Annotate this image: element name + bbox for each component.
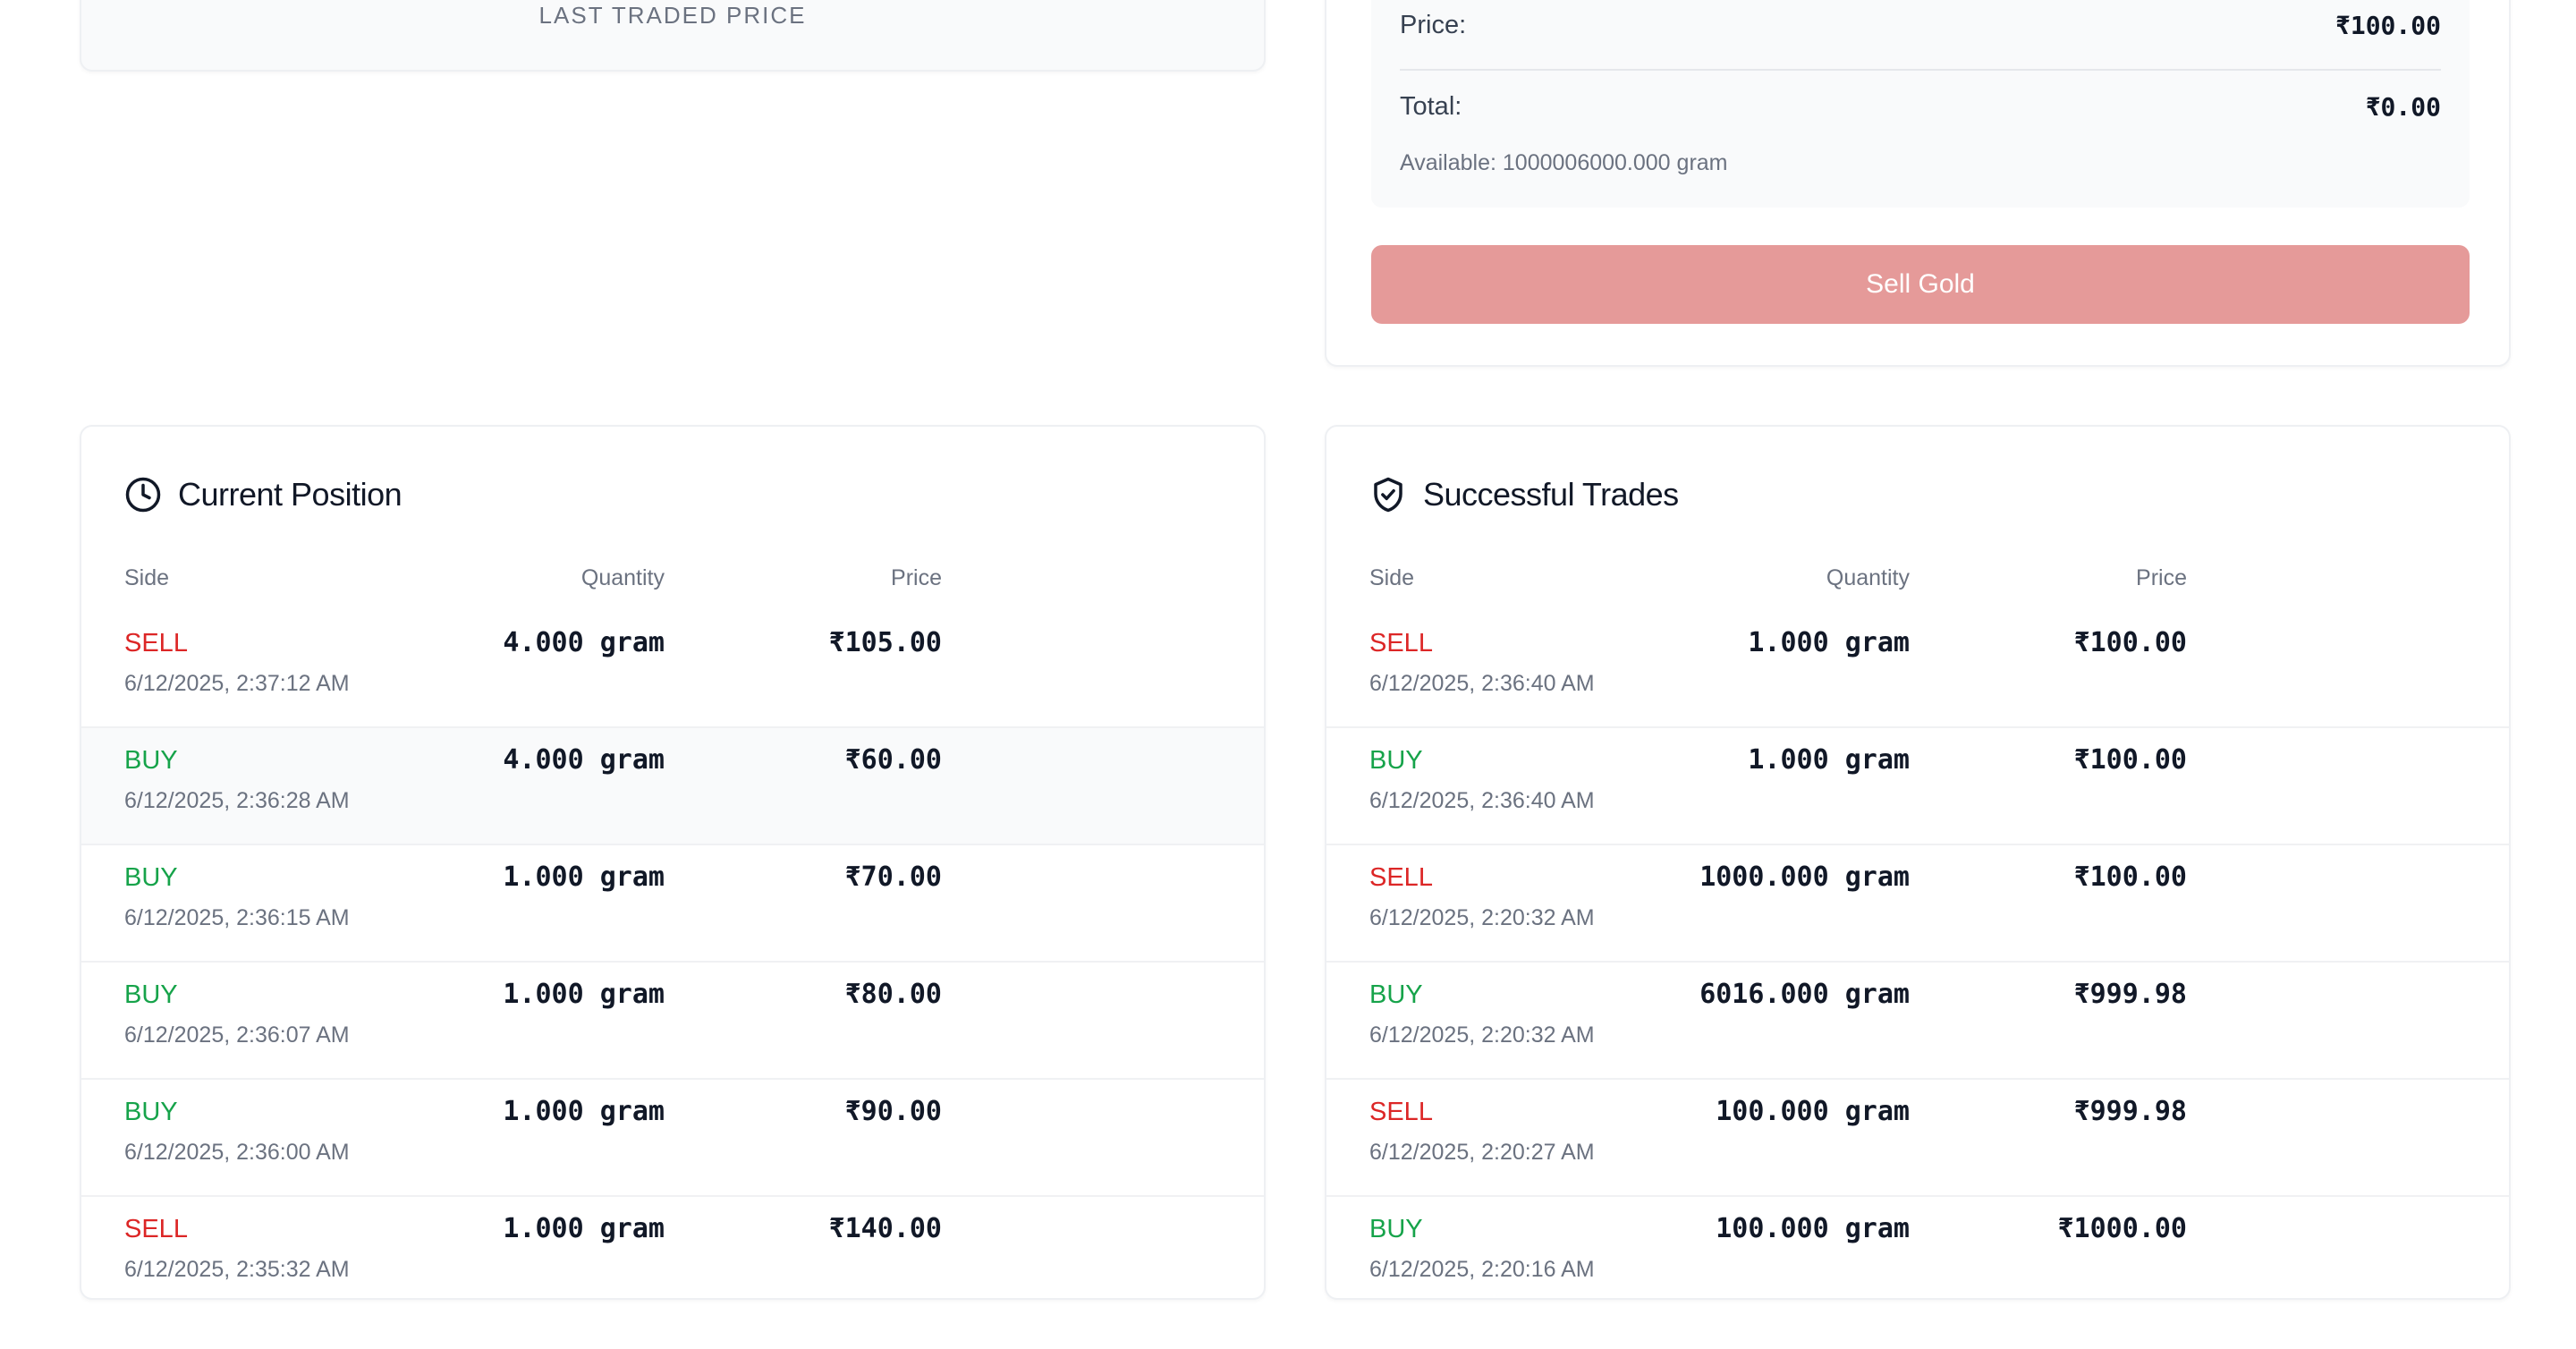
- table-row: SELL 6/12/2025, 2:20:32 AM 1000.000 gram ₹1…: [1326, 845, 2509, 963]
- table-row: SELL 6/12/2025, 2:36:40 AM 1.000 gram ₹100.…: [1326, 611, 2509, 728]
- trade-price: ₹100.00: [2073, 627, 2187, 658]
- sell-order-summary: Price: ₹100.00 Total: ₹0.00 Available: 1…: [1371, 0, 2470, 208]
- trade-price: ₹999.98: [2073, 979, 2187, 1010]
- trade-side: SELL: [1369, 629, 1433, 658]
- table-row: SELL 6/12/2025, 2:20:27 AM 100.000 gram ₹99…: [1326, 1080, 2509, 1197]
- trade-timestamp: 6/12/2025, 2:37:12 AM: [124, 671, 350, 696]
- trade-price: ₹60.00: [844, 744, 942, 776]
- summary-total-label: Total:: [1400, 92, 1462, 121]
- table-row: BUY 6/12/2025, 2:36:40 AM 1.000 gram ₹100.0…: [1326, 728, 2509, 845]
- trade-side: SELL: [1369, 1098, 1433, 1126]
- trade-price: ₹100.00: [2073, 744, 2187, 776]
- trade-price: ₹105.00: [828, 627, 942, 658]
- summary-price-label: Price:: [1400, 11, 1467, 39]
- trade-side: BUY: [1369, 980, 1423, 1009]
- current-position-card: Current Position Side Quantity Price SEL…: [80, 425, 1266, 1300]
- trade-timestamp: 6/12/2025, 2:20:16 AM: [1369, 1257, 1595, 1282]
- clock-icon: [125, 477, 161, 513]
- trade-timestamp: 6/12/2025, 2:20:32 AM: [1369, 905, 1595, 930]
- trade-quantity: 6016.000 gram: [1699, 979, 1910, 1010]
- trade-price: ₹140.00: [828, 1213, 942, 1244]
- trade-quantity: 1.000 gram: [503, 1096, 665, 1127]
- column-header-quantity: Quantity: [1826, 565, 1910, 590]
- trade-quantity: 1.000 gram: [503, 1213, 665, 1244]
- trade-timestamp: 6/12/2025, 2:36:00 AM: [124, 1140, 350, 1165]
- trade-timestamp: 6/12/2025, 2:36:28 AM: [124, 788, 350, 813]
- summary-total-row: Total: ₹0.00: [1400, 92, 2441, 122]
- summary-price-row: Price: ₹100.00: [1400, 11, 2441, 40]
- table-row: BUY 6/12/2025, 2:20:32 AM 6016.000 gram ₹99…: [1326, 963, 2509, 1080]
- column-header-price: Price: [2136, 565, 2187, 590]
- table-column-headers: Side Quantity Price: [81, 565, 1264, 601]
- trade-quantity: 4.000 gram: [503, 744, 665, 776]
- trade-price: ₹80.00: [844, 979, 942, 1010]
- table-row: BUY 6/12/2025, 2:20:16 AM 100.000 gram ₹100…: [1326, 1197, 2509, 1298]
- table-row: BUY 6/12/2025, 2:36:07 AM 1.000 gram ₹80.00: [81, 963, 1264, 1080]
- table-row: SELL 6/12/2025, 2:35:32 AM 1.000 gram ₹140.…: [81, 1197, 1264, 1298]
- current-position-header: Current Position: [124, 476, 402, 513]
- table-column-headers: Side Quantity Price: [1326, 565, 2509, 601]
- last-traded-price-card: LAST TRADED PRICE: [80, 0, 1266, 72]
- trade-side: BUY: [124, 863, 178, 892]
- trade-timestamp: 6/12/2025, 2:36:40 AM: [1369, 671, 1595, 696]
- trade-price: ₹1000.00: [2057, 1213, 2188, 1244]
- successful-trades-header: Successful Trades: [1369, 476, 1679, 513]
- current-position-rows: SELL 6/12/2025, 2:37:12 AM 4.000 gram ₹105.…: [81, 611, 1264, 1298]
- table-row: SELL 6/12/2025, 2:37:12 AM 4.000 gram ₹105.…: [81, 611, 1264, 728]
- successful-trades-rows: SELL 6/12/2025, 2:36:40 AM 1.000 gram ₹100.…: [1326, 611, 2509, 1298]
- trade-quantity: 1.000 gram: [1748, 744, 1910, 776]
- column-header-price: Price: [891, 565, 942, 590]
- trade-quantity: 4.000 gram: [503, 627, 665, 658]
- sell-gold-card: Price: ₹100.00 Total: ₹0.00 Available: 1…: [1325, 0, 2511, 367]
- trade-side: BUY: [1369, 1215, 1423, 1243]
- trade-price: ₹90.00: [844, 1096, 942, 1127]
- trade-quantity: 1.000 gram: [1748, 627, 1910, 658]
- table-row: BUY 6/12/2025, 2:36:00 AM 1.000 gram ₹90.00: [81, 1080, 1264, 1197]
- trade-timestamp: 6/12/2025, 2:20:32 AM: [1369, 1022, 1595, 1048]
- column-header-side: Side: [124, 565, 170, 590]
- trade-side: BUY: [124, 746, 178, 775]
- trade-side: SELL: [124, 1215, 188, 1243]
- sell-gold-button[interactable]: Sell Gold: [1371, 245, 2470, 324]
- trade-timestamp: 6/12/2025, 2:36:15 AM: [124, 905, 350, 930]
- trade-quantity: 100.000 gram: [1716, 1213, 1910, 1244]
- trade-price: ₹999.98: [2073, 1096, 2187, 1127]
- successful-trades-card: Successful Trades Side Quantity Price SE…: [1325, 425, 2511, 1300]
- trade-timestamp: 6/12/2025, 2:35:32 AM: [124, 1257, 350, 1282]
- available-balance: Available: 1000006000.000 gram: [1400, 150, 1728, 175]
- column-header-side: Side: [1369, 565, 1415, 590]
- table-row: BUY 6/12/2025, 2:36:28 AM 4.000 gram ₹60.00: [81, 728, 1264, 845]
- trade-timestamp: 6/12/2025, 2:36:07 AM: [124, 1022, 350, 1048]
- current-position-title: Current Position: [178, 476, 402, 513]
- successful-trades-title: Successful Trades: [1423, 476, 1679, 513]
- trade-side: BUY: [1369, 746, 1423, 775]
- trade-quantity: 100.000 gram: [1716, 1096, 1910, 1127]
- summary-price-value: ₹100.00: [2334, 11, 2441, 40]
- column-header-quantity: Quantity: [580, 565, 665, 590]
- summary-divider: [1400, 69, 2441, 71]
- trade-quantity: 1000.000 gram: [1699, 861, 1910, 893]
- trade-side: BUY: [124, 1098, 178, 1126]
- shield-check-icon: [1374, 477, 1402, 513]
- trade-price: ₹70.00: [844, 861, 942, 893]
- trade-quantity: 1.000 gram: [503, 979, 665, 1010]
- summary-total-value: ₹0.00: [2365, 92, 2441, 122]
- trade-timestamp: 6/12/2025, 2:36:40 AM: [1369, 788, 1595, 813]
- trade-timestamp: 6/12/2025, 2:20:27 AM: [1369, 1140, 1595, 1165]
- trade-quantity: 1.000 gram: [503, 861, 665, 893]
- last-traded-price-label: LAST TRADED PRICE: [538, 2, 807, 29]
- table-row: BUY 6/12/2025, 2:36:15 AM 1.000 gram ₹70.00: [81, 845, 1264, 963]
- trade-side: SELL: [124, 629, 188, 658]
- trade-side: SELL: [1369, 863, 1433, 892]
- trade-side: BUY: [124, 980, 178, 1009]
- trade-price: ₹100.00: [2073, 861, 2187, 893]
